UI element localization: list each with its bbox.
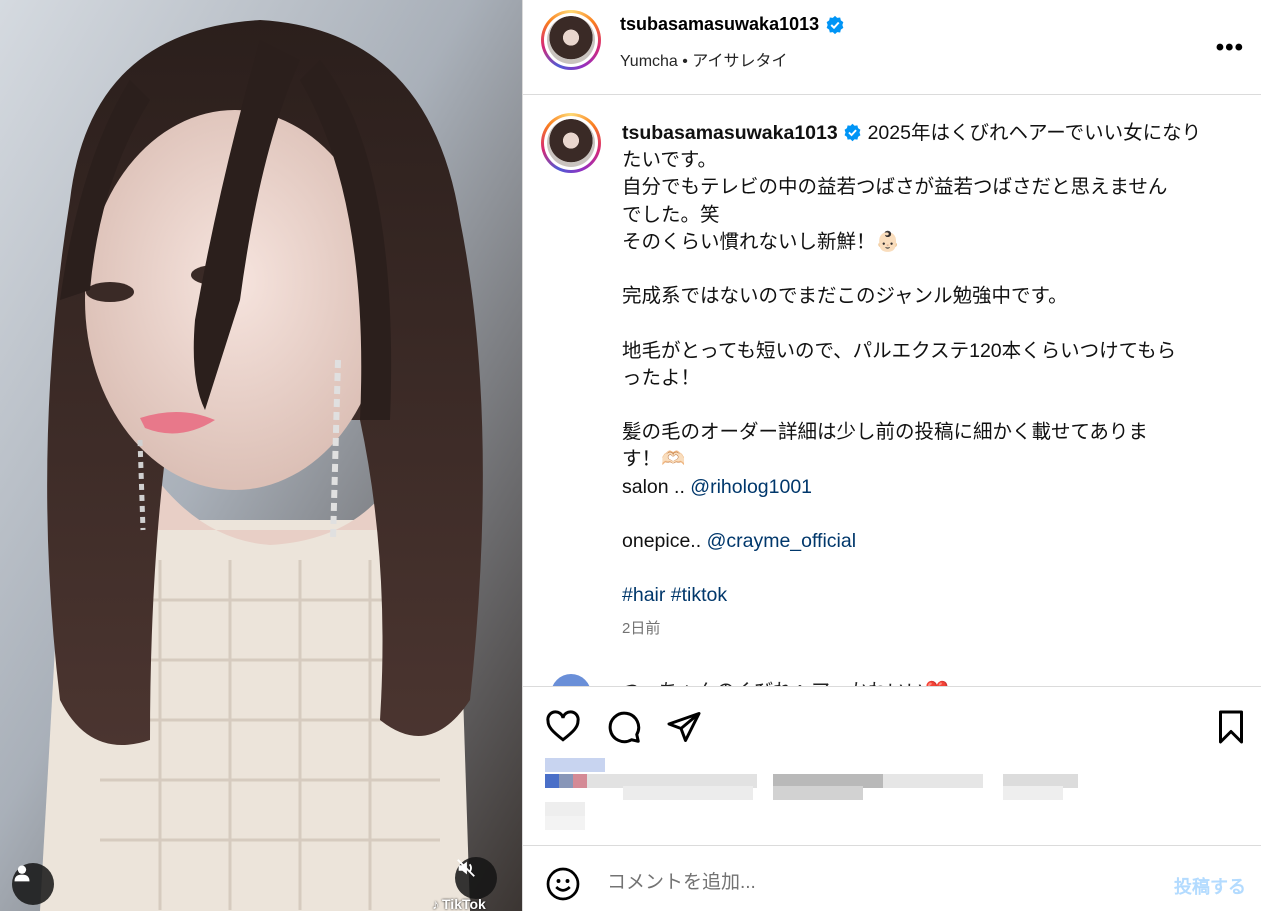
post-comment-button[interactable]: 投稿する (1174, 873, 1246, 899)
caption-username[interactable]: tsubasamasuwaka1013 (622, 122, 838, 144)
caption-line: でした。笑 (622, 203, 720, 226)
more-options-button[interactable]: ••• (1216, 34, 1244, 62)
author-avatar[interactable] (541, 10, 601, 70)
caption-author-avatar[interactable] (541, 113, 601, 173)
caption-line: たいです。 (622, 149, 717, 172)
author-username[interactable]: tsubasamasuwaka1013 (620, 14, 819, 35)
post-actions-bar (523, 686, 1261, 766)
emoji-smiley-icon[interactable] (545, 866, 581, 902)
add-comment-bar: 投稿する (523, 845, 1261, 911)
salon-mention-link[interactable]: @riholog1001 (690, 476, 812, 498)
speaker-muted-icon (457, 859, 475, 877)
verified-badge-icon (844, 123, 861, 142)
like-heart-icon[interactable] (545, 709, 581, 745)
person-icon (14, 865, 30, 882)
verified-badge-icon (826, 15, 844, 34)
author-username-row: tsubasamasuwaka1013 (620, 14, 845, 35)
caption-line: そのくらい慣れないし新鮮！👶🏻 (622, 230, 900, 253)
tagged-users-button[interactable] (12, 863, 54, 905)
hashtag-tiktok-link[interactable]: #tiktok (671, 584, 727, 606)
share-send-icon[interactable] (666, 709, 702, 745)
post-media-video[interactable]: ♪ TikTok (0, 0, 522, 911)
caption-line: 自分でもテレビの中の益若つばさが益若つばさだと思えません (622, 176, 1168, 199)
caption-line: 2025年はくびれヘアーでいい女になり (867, 122, 1202, 144)
onepice-label: onepice.. (622, 529, 702, 552)
caption-line: す！🫶🏻 (622, 448, 686, 471)
video-frame (0, 0, 522, 911)
onepice-mention-link[interactable]: @crayme_official (707, 530, 857, 552)
commenter-avatar[interactable] (551, 674, 591, 686)
hashtag-hair-link[interactable]: #hair (622, 584, 665, 606)
first-comment-peek[interactable]: つ ちゃんのくびれヘア かわいい❤️ (551, 674, 1251, 686)
salon-label: salon .. (622, 475, 685, 498)
comment-bubble-icon[interactable] (606, 709, 642, 745)
caption-line: 髪の毛のオーダー詳細は少し前の投稿に細かく載せてありま (622, 421, 1148, 444)
caption-scroll-area[interactable]: tsubasamasuwaka1013 2025年はくびれヘアーでいい女になり … (523, 96, 1261, 686)
post-caption: tsubasamasuwaka1013 2025年はくびれヘアーでいい女になり … (622, 120, 1232, 610)
caption-line: 地毛がとっても短いので、パルエクステ120本くらいつけてもら (622, 339, 1177, 362)
mute-button[interactable] (455, 857, 497, 899)
post-side-panel: tsubasamasuwaka1013 Yumcha • アイサレタイ ••• … (522, 0, 1261, 911)
tiktok-logo-icon: ♪ (432, 896, 439, 911)
caption-line: ったよ！ (622, 366, 701, 389)
likes-summary-pixelated (543, 758, 1103, 838)
save-bookmark-icon[interactable] (1213, 709, 1249, 745)
caption-line: 完成系ではないのでまだこのジャンル勉強中です。 (622, 285, 1068, 308)
post-timestamp[interactable]: 2日前 (622, 617, 660, 638)
post-header: tsubasamasuwaka1013 Yumcha • アイサレタイ ••• (523, 0, 1261, 95)
tiktok-watermark: ♪ TikTok (432, 896, 486, 911)
tiktok-watermark-text: TikTok (442, 896, 486, 911)
audio-subtitle[interactable]: Yumcha • アイサレタイ (620, 47, 788, 71)
comment-text: つ ちゃんのくびれヘア かわいい❤️ (621, 676, 949, 686)
comment-input[interactable] (607, 868, 1127, 898)
